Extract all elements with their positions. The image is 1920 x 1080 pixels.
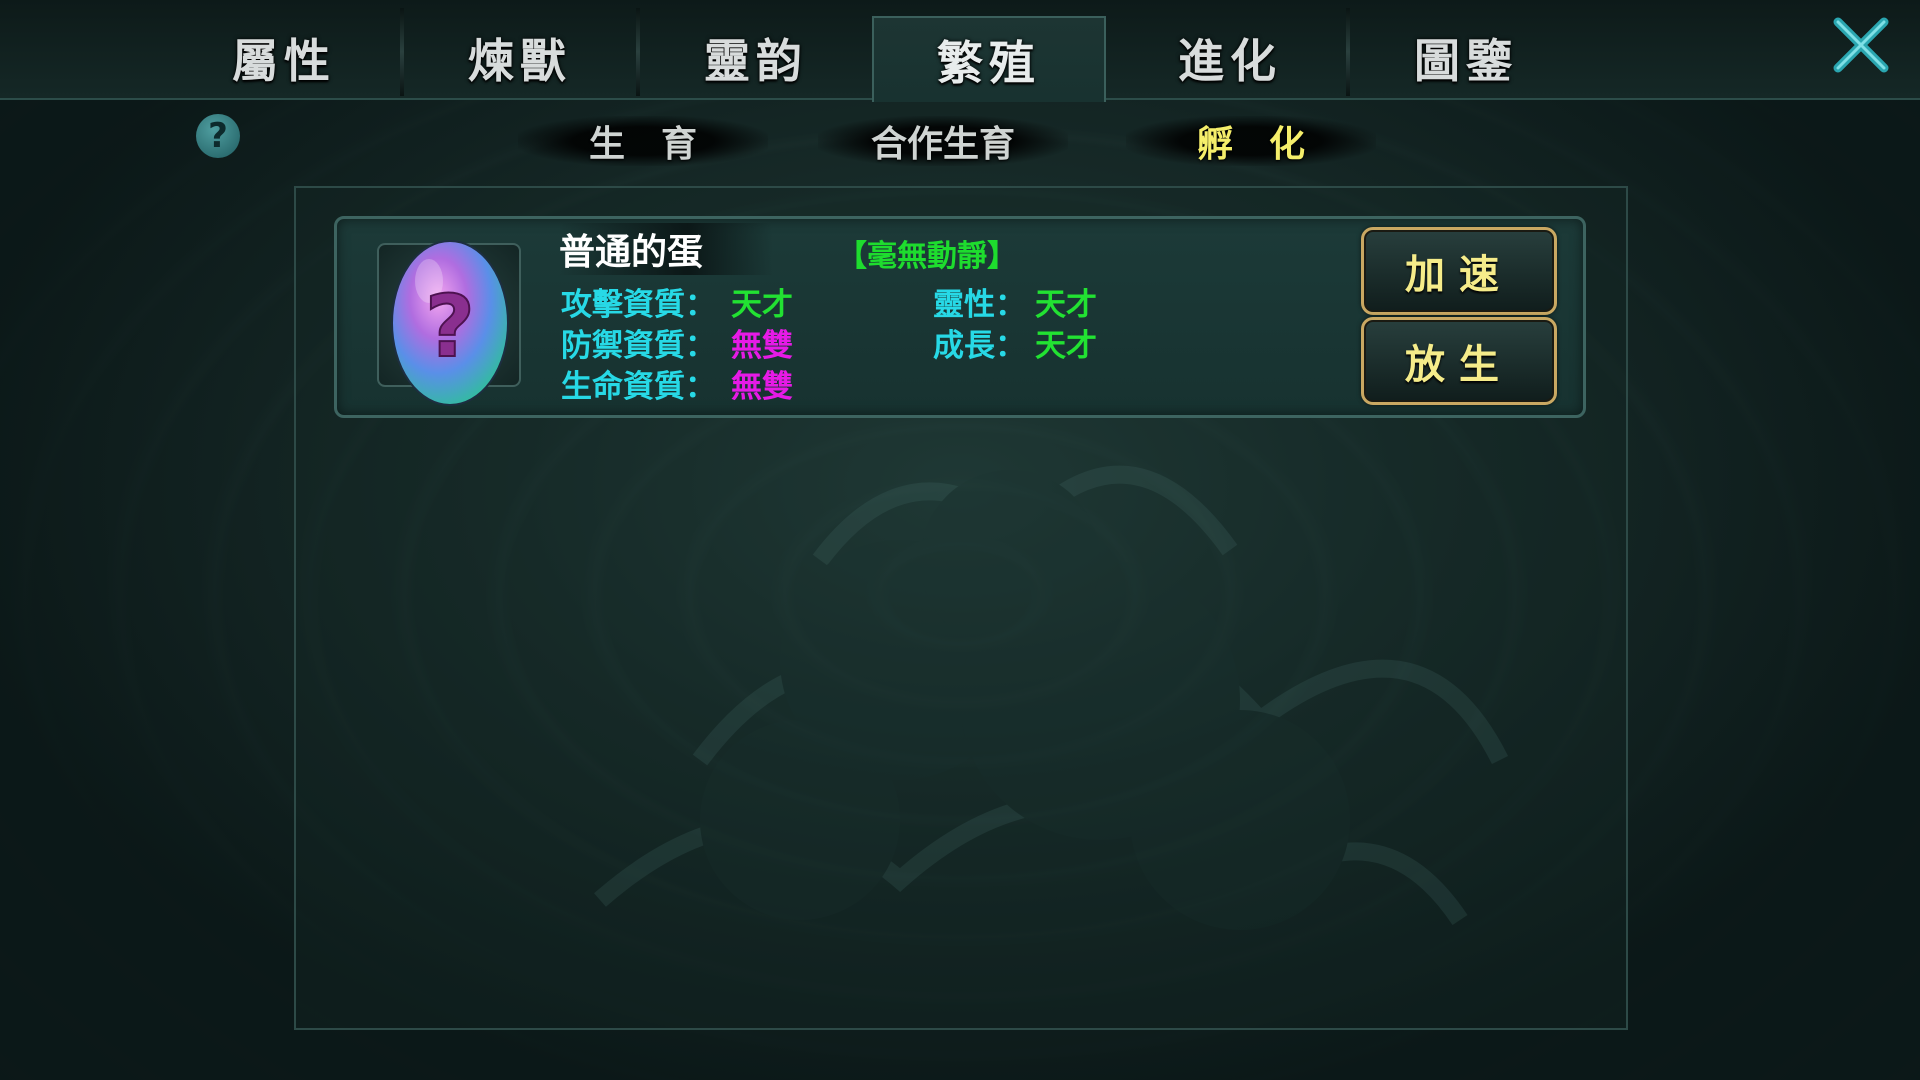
tab-attributes[interactable]: 屬性 [168, 18, 400, 98]
tab-collection[interactable]: 圖鑒 [1350, 18, 1582, 98]
mystery-egg-icon: ? [391, 240, 509, 406]
stat-value-attack: 天才 [731, 287, 793, 323]
game-screen: 屬性 煉獸 靈韵 繁殖 進化 圖鑒 ? 生 育 合作生育 孵 化 ? 普通的蛋 … [0, 0, 1920, 1080]
subtab-hatch[interactable]: 孵 化 [1126, 116, 1376, 166]
tab-evolution[interactable]: 進化 [1114, 18, 1346, 98]
main-tab-bar: 屬性 煉獸 靈韵 繁殖 進化 圖鑒 [0, 0, 1920, 102]
stat-value-life: 無雙 [731, 369, 793, 405]
stat-label-spirit: 靈性： [933, 287, 1026, 323]
close-icon [1833, 17, 1889, 73]
stat-value-spirit: 天才 [1035, 287, 1097, 323]
egg-status: 【毫無動靜】 [837, 239, 1017, 274]
tab-spirit-rhyme[interactable]: 靈韵 [640, 18, 872, 98]
tab-beast-refining[interactable]: 煉獸 [404, 18, 636, 98]
help-icon: ? [208, 116, 228, 156]
stat-label-defense: 防禦資質： [561, 328, 716, 364]
stat-value-defense: 無雙 [731, 328, 793, 364]
stat-label-attack: 攻擊資質： [561, 287, 716, 323]
svg-text:?: ? [425, 277, 475, 377]
stat-label-life: 生命資質： [561, 369, 716, 405]
subtab-coop-birth[interactable]: 合作生育 [818, 116, 1068, 166]
egg-card[interactable]: ? 普通的蛋 【毫無動靜】 攻擊資質： 天才 防禦資質： 無雙 生命資質： 無雙… [334, 216, 1586, 418]
help-button[interactable]: ? [196, 114, 240, 158]
tab-breeding[interactable]: 繁殖 [872, 16, 1106, 102]
close-button[interactable] [1830, 14, 1892, 76]
release-button[interactable]: 放生 [1361, 317, 1557, 405]
subtab-birth[interactable]: 生 育 [518, 116, 768, 166]
stat-label-growth: 成長： [933, 328, 1026, 364]
speed-up-button[interactable]: 加速 [1361, 227, 1557, 315]
egg-name: 普通的蛋 [559, 223, 774, 275]
stat-value-growth: 天才 [1035, 328, 1097, 364]
egg-slot[interactable]: ? [377, 240, 521, 406]
